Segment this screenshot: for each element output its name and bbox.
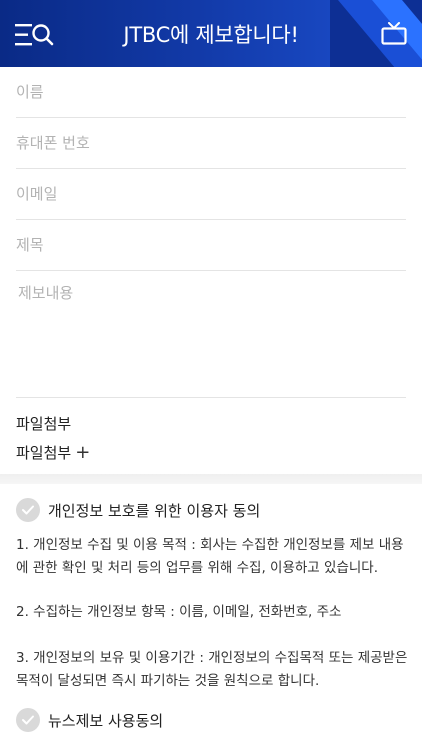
content-placeholder: 제보내용 (18, 284, 74, 302)
subject-field[interactable]: 제목 (16, 220, 406, 271)
attachment-title: 파일첨부 (16, 415, 72, 433)
email-placeholder: 이메일 (16, 185, 58, 203)
privacy-item-1: 1. 개인정보 수집 및 이용 목적 : 회사는 수집한 개인정보를 제보 내용… (16, 537, 404, 576)
tv-icon[interactable] (381, 22, 407, 46)
plus-icon: + (75, 442, 91, 463)
subject-placeholder: 제목 (16, 236, 44, 254)
phone-field[interactable]: 휴대폰 번호 (16, 118, 406, 169)
email-field[interactable]: 이메일 (16, 169, 406, 220)
privacy-item-2: 2. 수집하는 개인정보 항목 : 이름, 이메일, 전화번호, 주소 (16, 604, 342, 620)
privacy-consent-checkbox[interactable]: 개인정보 보호를 위한 이용자 동의 (16, 498, 260, 522)
news-consent-label: 뉴스제보 사용동의 (48, 711, 164, 730)
name-placeholder: 이름 (16, 83, 44, 101)
privacy-consent-label: 개인정보 보호를 위한 이용자 동의 (48, 501, 261, 520)
news-consent-checkbox[interactable]: 뉴스제보 사용동의 (16, 708, 163, 732)
check-icon (16, 708, 40, 732)
phone-placeholder: 휴대폰 번호 (16, 134, 90, 152)
content-textarea[interactable]: 제보내용 (16, 270, 406, 398)
app-header: JTBC에 제보합니다! (0, 0, 422, 67)
check-icon (16, 498, 40, 522)
attach-file-label: 파일첨부 (16, 444, 72, 462)
page-title: JTBC에 제보합니다! (123, 23, 299, 47)
name-field[interactable]: 이름 (16, 67, 406, 118)
section-divider (0, 474, 422, 484)
attach-file-button[interactable]: 파일첨부 + (16, 442, 90, 463)
privacy-item-3: 3. 개인정보의 보유 및 이용기간 : 개인정보의 수집목적 또는 제공받은 … (16, 650, 408, 689)
